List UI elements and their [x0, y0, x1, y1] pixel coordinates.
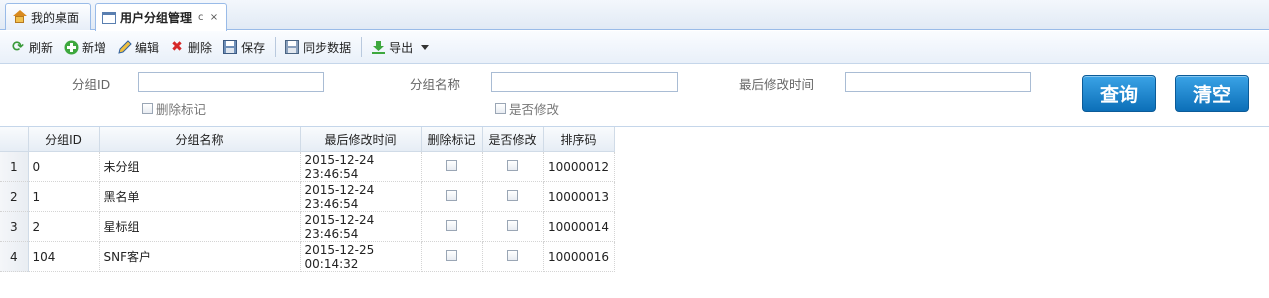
- checkbox-icon[interactable]: [507, 190, 518, 201]
- cell-is-modified: [482, 241, 544, 272]
- modified-time-label: 最后修改时间: [739, 77, 815, 92]
- row-number: 3: [0, 211, 29, 242]
- sync-data-button[interactable]: 同步数据: [280, 35, 355, 59]
- cell-group-name: 星标组: [99, 211, 301, 242]
- add-icon: [63, 39, 79, 55]
- row-number: 2: [0, 181, 29, 212]
- save-button[interactable]: 保存: [218, 35, 269, 59]
- checkbox-icon[interactable]: [446, 160, 457, 171]
- tab-bar: 我的桌面 用户分组管理 c ×: [0, 0, 1269, 31]
- cell-is-modified: [482, 181, 544, 212]
- cell-group-id: 2: [28, 211, 100, 242]
- table-row[interactable]: 2 1 黑名单 2015-12-24 23:46:54 10000013: [0, 181, 615, 212]
- tab-user-group-management[interactable]: 用户分组管理 c ×: [95, 3, 227, 31]
- column-header-group-id[interactable]: 分组ID: [28, 127, 100, 152]
- tab-label: 我的桌面: [31, 10, 80, 25]
- checkbox-icon[interactable]: [446, 220, 457, 231]
- clear-button[interactable]: 清空: [1175, 75, 1249, 112]
- cell-modified-time: 2015-12-24 23:46:54: [300, 181, 422, 212]
- delete-flag-label: 删除标记: [156, 102, 207, 117]
- chevron-down-icon[interactable]: [421, 44, 430, 50]
- delete-flag-checkbox[interactable]: 删除标记: [142, 99, 206, 118]
- delete-button[interactable]: ✖ 删除: [165, 35, 216, 59]
- column-header-sort-code[interactable]: 排序码: [543, 127, 615, 152]
- column-header-modified-time[interactable]: 最后修改时间: [300, 127, 422, 152]
- add-button[interactable]: 新增: [59, 35, 110, 59]
- row-number: 4: [0, 241, 29, 272]
- cell-modified-time: 2015-12-24 23:46:54: [300, 151, 422, 182]
- cell-delete-flag: [421, 211, 483, 242]
- table-row[interactable]: 3 2 星标组 2015-12-24 23:46:54 10000014: [0, 211, 615, 242]
- cell-is-modified: [482, 151, 544, 182]
- home-icon: [12, 10, 27, 24]
- window-icon: [102, 11, 116, 24]
- checkbox-icon[interactable]: [142, 103, 153, 114]
- column-header-rownum: [0, 127, 29, 152]
- search-form: 分组ID 删除标记 分组名称 是否修改 最后修改时间 查询 清空: [0, 64, 1269, 126]
- checkbox-icon[interactable]: [507, 220, 518, 231]
- checkbox-icon[interactable]: [446, 250, 457, 261]
- column-header-is-modified[interactable]: 是否修改: [482, 127, 544, 152]
- floppy-disk-icon: [222, 39, 238, 55]
- group-id-input[interactable]: [138, 72, 324, 92]
- data-grid: 分组ID 分组名称 最后修改时间 删除标记 是否修改 排序码 1 0 未分组 2…: [0, 126, 1269, 298]
- checkbox-icon[interactable]: [446, 190, 457, 201]
- cell-modified-time: 2015-12-25 00:14:32: [300, 241, 422, 272]
- refresh-icon: ⟳: [12, 39, 24, 55]
- row-number: 1: [0, 151, 29, 182]
- cell-group-id: 1: [28, 181, 100, 212]
- header-row: 分组ID 分组名称 最后修改时间 删除标记 是否修改 排序码: [0, 127, 615, 152]
- checkbox-icon[interactable]: [495, 103, 506, 114]
- cell-group-id: 0: [28, 151, 100, 182]
- toolbar: ⟳ 刷新 新增 编辑 ✖ 删除 保存 同步数据 导出: [0, 31, 1269, 64]
- table-row[interactable]: 4 104 SNF客户 2015-12-25 00:14:32 10000016: [0, 241, 615, 272]
- cell-group-id: 104: [28, 241, 100, 272]
- group-table: 分组ID 分组名称 最后修改时间 删除标记 是否修改 排序码 1 0 未分组 2…: [0, 127, 615, 272]
- table-row[interactable]: 1 0 未分组 2015-12-24 23:46:54 10000012: [0, 151, 615, 182]
- cell-group-name: SNF客户: [99, 241, 301, 272]
- close-tab-icon[interactable]: ×: [210, 12, 218, 23]
- cell-sort-code: 10000013: [543, 181, 615, 212]
- cell-group-name: 黑名单: [99, 181, 301, 212]
- is-modified-checkbox[interactable]: 是否修改: [495, 99, 559, 118]
- modified-time-input[interactable]: [845, 72, 1031, 92]
- refresh-label: 刷新: [29, 40, 54, 55]
- checkbox-icon[interactable]: [507, 250, 518, 261]
- refresh-button[interactable]: ⟳ 刷新: [6, 35, 57, 59]
- group-name-input[interactable]: [491, 72, 678, 92]
- checkbox-icon[interactable]: [507, 160, 518, 171]
- sync-disk-icon: [284, 39, 300, 55]
- tab-label: 用户分组管理: [120, 11, 193, 25]
- group-id-label: 分组ID: [72, 77, 111, 92]
- tab-my-desktop[interactable]: 我的桌面: [5, 3, 91, 30]
- column-header-delete-flag[interactable]: 删除标记: [421, 127, 483, 152]
- edit-label: 编辑: [135, 40, 160, 55]
- cell-delete-flag: [421, 181, 483, 212]
- toolbar-separator: [361, 37, 363, 57]
- cell-modified-time: 2015-12-24 23:46:54: [300, 211, 422, 242]
- cell-sort-code: 10000012: [543, 151, 615, 182]
- pencil-icon: [116, 39, 132, 55]
- cell-is-modified: [482, 211, 544, 242]
- group-name-label: 分组名称: [410, 77, 461, 92]
- cell-delete-flag: [421, 241, 483, 272]
- delete-icon: ✖: [171, 39, 183, 55]
- delete-label: 删除: [188, 40, 213, 55]
- export-download-icon: [370, 39, 386, 55]
- cell-sort-code: 10000014: [543, 211, 615, 242]
- query-button[interactable]: 查询: [1082, 75, 1156, 112]
- refresh-tab-icon[interactable]: c: [198, 12, 204, 23]
- is-modified-label: 是否修改: [509, 102, 560, 117]
- cell-group-name: 未分组: [99, 151, 301, 182]
- edit-button[interactable]: 编辑: [112, 35, 163, 59]
- cell-sort-code: 10000016: [543, 241, 615, 272]
- column-header-group-name[interactable]: 分组名称: [99, 127, 301, 152]
- export-label: 导出: [389, 40, 414, 55]
- add-label: 新增: [82, 40, 107, 55]
- sync-data-label: 同步数据: [303, 40, 352, 55]
- cell-delete-flag: [421, 151, 483, 182]
- toolbar-separator: [275, 37, 277, 57]
- save-label: 保存: [241, 40, 266, 55]
- export-button[interactable]: 导出: [366, 35, 433, 59]
